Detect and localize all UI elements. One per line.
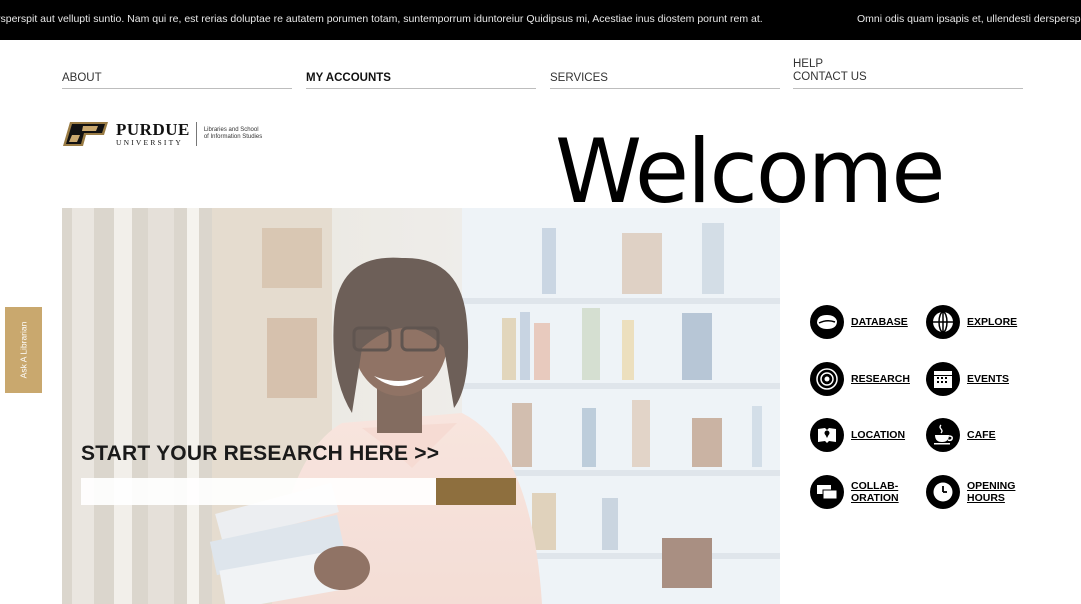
nav-contact-us[interactable]: CONTACT US bbox=[793, 71, 867, 84]
clock-icon bbox=[926, 475, 960, 509]
quick-link-label: LOCATION bbox=[851, 429, 906, 441]
news-ticker: rsperspit aut vellupti suntio. Nam qui r… bbox=[0, 0, 1081, 40]
globe-icon bbox=[926, 305, 960, 339]
calendar-icon bbox=[926, 362, 960, 396]
map-book-icon bbox=[810, 418, 844, 452]
quick-link-research[interactable]: RESEARCH bbox=[810, 362, 910, 396]
quick-link-opening-hours[interactable]: OPENING HOURS bbox=[926, 475, 1015, 509]
nav-my-accounts[interactable]: MY ACCOUNTS bbox=[306, 53, 536, 89]
purdue-logo[interactable]: PURDUE UNIVERSITY Libraries and School o… bbox=[62, 120, 284, 148]
research-cta-heading: START YOUR RESEARCH HERE >> bbox=[81, 442, 440, 465]
quick-link-explore[interactable]: EXPLORE bbox=[926, 305, 1017, 339]
logo-university: UNIVERSITY bbox=[116, 138, 183, 148]
purdue-wordmark: PURDUE UNIVERSITY bbox=[116, 121, 190, 147]
logo-divider bbox=[195, 122, 197, 146]
nav-services[interactable]: SERVICES bbox=[550, 53, 780, 89]
database-icon bbox=[810, 305, 844, 339]
research-search-input[interactable] bbox=[81, 478, 436, 505]
quick-link-label: EXPLORE bbox=[967, 316, 1018, 328]
quick-link-label: EVENTS bbox=[967, 373, 1010, 385]
ask-a-librarian-tab[interactable]: Ask A Librarian bbox=[5, 307, 42, 393]
quick-link-label: RESEARCH bbox=[851, 373, 910, 385]
coffee-cup-icon bbox=[926, 418, 960, 452]
target-icon bbox=[810, 362, 844, 396]
logo-subtitle-line-2: of Information Studies bbox=[203, 134, 263, 140]
welcome-heading: Welcome bbox=[555, 120, 946, 223]
quick-link-location[interactable]: LOCATION bbox=[810, 418, 905, 452]
logo-wordmark: PURDUE bbox=[116, 120, 190, 140]
quick-link-collaboration[interactable]: COLLAB- ORATION bbox=[810, 475, 899, 509]
quick-link-cafe[interactable]: CAFE bbox=[926, 418, 996, 452]
nav-help[interactable]: HELP bbox=[793, 58, 823, 71]
library-photo bbox=[62, 208, 780, 604]
ticker-text: rsperspit aut vellupti suntio. Nam qui r… bbox=[0, 13, 763, 25]
nav-help-contact: HELP CONTACT US bbox=[793, 53, 1023, 89]
logo-subtitle-line-1: Libraries and School bbox=[203, 127, 259, 133]
hero-image bbox=[62, 208, 780, 604]
quick-link-label: CAFE bbox=[967, 429, 996, 441]
ask-a-librarian-label: Ask A Librarian bbox=[18, 321, 29, 379]
quick-link-events[interactable]: EVENTS bbox=[926, 362, 1009, 396]
quick-link-label: COLLAB- ORATION bbox=[851, 480, 899, 504]
quick-link-label: OPENING HOURS bbox=[967, 480, 1016, 504]
chat-bubbles-icon bbox=[810, 475, 844, 509]
research-search-button[interactable] bbox=[436, 478, 516, 505]
quick-link-label: DATABASE bbox=[851, 316, 908, 328]
purdue-p-logo-icon bbox=[63, 122, 108, 146]
ticker-text-next: Omni odis quam ipsapis et, ullendesti de… bbox=[857, 13, 1081, 25]
nav-about[interactable]: ABOUT bbox=[62, 53, 292, 89]
quick-link-database[interactable]: DATABASE bbox=[810, 305, 908, 339]
logo-subtitle: Libraries and School of Information Stud… bbox=[204, 127, 284, 141]
